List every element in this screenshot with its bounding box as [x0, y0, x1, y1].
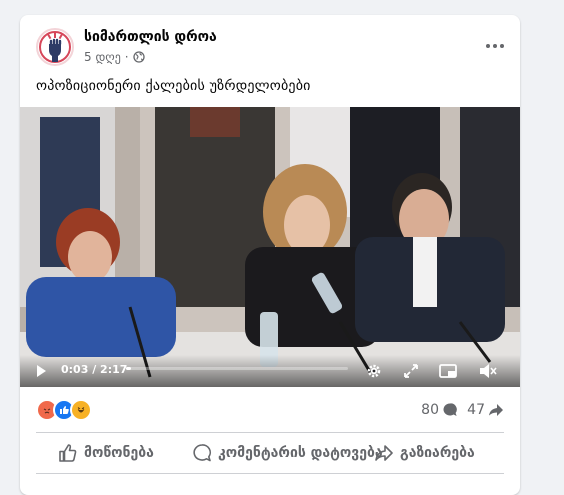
- post-time[interactable]: 5 დღე: [84, 50, 121, 64]
- play-icon[interactable]: [34, 364, 48, 378]
- page-name[interactable]: სიმართლის დროა: [84, 29, 217, 45]
- comment-count-value: 80: [421, 402, 439, 418]
- comment-count[interactable]: 80: [421, 402, 458, 418]
- post-meta: 5 დღე ·: [84, 50, 145, 64]
- comment-button[interactable]: კომენტარის დატოვება: [192, 435, 383, 471]
- post-card: სიმართლის დროა 5 დღე · ოპოზიციონერი ქალე…: [20, 15, 520, 495]
- globe-icon: [132, 51, 145, 63]
- share-button-label: გაზიარება: [400, 445, 475, 461]
- more-dot-icon: [500, 44, 504, 48]
- post-text: ოპოზიციონერი ქალების უზრდელობები: [36, 78, 311, 94]
- comment-button-label: კომენტარის დატოვება: [218, 445, 383, 461]
- meta-separator: ·: [124, 50, 129, 64]
- share-button[interactable]: გაზიარება: [374, 435, 475, 471]
- fullscreen-icon[interactable]: [403, 363, 419, 379]
- thumbs-up-icon: [59, 444, 77, 462]
- video-time: 0:03 / 2:17: [61, 363, 128, 376]
- fist-logo-icon: [39, 31, 71, 63]
- more-dot-icon: [493, 44, 497, 48]
- comment-bubble-icon: [443, 403, 457, 416]
- share-icon: [375, 445, 393, 461]
- video-player[interactable]: 0:03 / 2:17: [20, 107, 520, 387]
- video-frame: [20, 107, 520, 387]
- video-controls: 0:03 / 2:17: [20, 355, 520, 387]
- share-arrow-icon: [489, 404, 503, 416]
- comment-icon: [193, 444, 212, 462]
- post-header: სიმართლის დროა 5 დღე ·: [20, 15, 520, 71]
- like-button-label: მოწონება: [84, 445, 154, 461]
- page-avatar[interactable]: [36, 28, 74, 66]
- haha-reaction-icon: [70, 399, 92, 421]
- video-progress-bar[interactable]: [126, 367, 348, 370]
- more-options-button[interactable]: [482, 33, 508, 59]
- video-progress-fill: [126, 367, 131, 370]
- more-dot-icon: [486, 44, 490, 48]
- mute-icon[interactable]: [478, 363, 498, 379]
- share-count[interactable]: 47: [467, 402, 504, 418]
- post-actions: მოწონება კომენტარის დატოვება გაზიარება: [36, 435, 504, 471]
- post-stats: 80 47: [20, 393, 520, 427]
- action-divider-top: [36, 432, 504, 433]
- like-button[interactable]: მოწონება: [58, 435, 154, 471]
- action-divider-bottom: [36, 473, 504, 474]
- reaction-summary[interactable]: [36, 399, 92, 421]
- share-count-value: 47: [467, 402, 485, 418]
- picture-in-picture-icon[interactable]: [439, 363, 459, 379]
- settings-icon[interactable]: [365, 362, 383, 380]
